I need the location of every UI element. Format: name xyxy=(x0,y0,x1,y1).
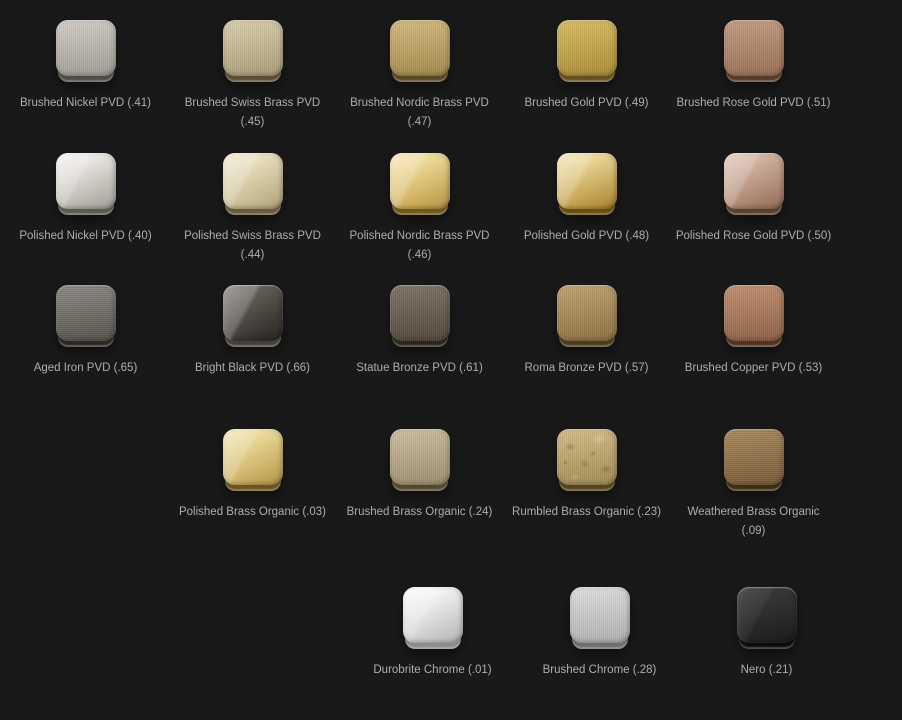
finish-label: Durobrite Chrome (.01) xyxy=(373,661,491,680)
finish-option[interactable]: Brushed Brass Organic (.24) xyxy=(336,429,503,541)
finish-swatch xyxy=(390,429,450,491)
finish-row-chrome: Durobrite Chrome (.01) Brushed Chrome (.… xyxy=(349,587,902,680)
finish-swatch xyxy=(403,587,463,649)
finish-label: Rumbled Brass Organic (.23) xyxy=(512,503,661,522)
finish-option[interactable]: Brushed Nickel PVD (.41) xyxy=(2,20,169,132)
finish-label: Brushed Nordic Brass PVD (.47) xyxy=(342,94,497,132)
finish-swatch xyxy=(724,429,784,491)
swatch-face xyxy=(223,285,283,341)
finish-swatch xyxy=(737,587,797,649)
finish-swatch xyxy=(223,285,283,347)
finish-option[interactable]: Brushed Gold PVD (.49) xyxy=(503,20,670,132)
finish-option[interactable]: Weathered Brass Organic (.09) xyxy=(670,429,837,541)
swatch-face xyxy=(390,429,450,485)
finish-option[interactable]: Durobrite Chrome (.01) xyxy=(349,587,516,680)
finish-swatch xyxy=(223,20,283,82)
finish-swatch xyxy=(390,285,450,347)
finish-label: Brushed Copper PVD (.53) xyxy=(685,359,822,378)
finish-swatch xyxy=(724,20,784,82)
finish-option[interactable]: Brushed Rose Gold PVD (.51) xyxy=(670,20,837,132)
finish-option[interactable]: Polished Swiss Brass PVD (.44) xyxy=(169,153,336,265)
swatch-face xyxy=(724,20,784,76)
finish-label: Polished Nordic Brass PVD (.46) xyxy=(342,227,497,265)
finish-label: Bright Black PVD (.66) xyxy=(195,359,310,378)
finish-label: Roma Bronze PVD (.57) xyxy=(525,359,649,378)
swatch-face xyxy=(570,587,630,643)
finish-option[interactable]: Polished Nickel PVD (.40) xyxy=(2,153,169,265)
swatch-face xyxy=(390,285,450,341)
finish-label: Brushed Swiss Brass PVD (.45) xyxy=(175,94,330,132)
finish-option[interactable]: Polished Gold PVD (.48) xyxy=(503,153,670,265)
finish-option[interactable]: Polished Nordic Brass PVD (.46) xyxy=(336,153,503,265)
swatch-face xyxy=(56,20,116,76)
swatch-face xyxy=(390,20,450,76)
finish-row-dark-pvd: Aged Iron PVD (.65) Bright Black PVD (.6… xyxy=(2,285,902,378)
swatch-face xyxy=(557,285,617,341)
finish-label: Aged Iron PVD (.65) xyxy=(34,359,138,378)
swatch-face xyxy=(724,429,784,485)
finish-swatch xyxy=(724,153,784,215)
finish-option[interactable]: Nero (.21) xyxy=(683,587,850,680)
finish-swatch xyxy=(223,429,283,491)
finish-label: Brushed Rose Gold PVD (.51) xyxy=(676,94,830,113)
finish-option[interactable]: Bright Black PVD (.66) xyxy=(169,285,336,378)
finish-picker-grid: Brushed Nickel PVD (.41) Brushed Swiss B… xyxy=(0,20,902,680)
finish-option[interactable]: Brushed Chrome (.28) xyxy=(516,587,683,680)
finish-option[interactable]: Polished Brass Organic (.03) xyxy=(169,429,336,541)
finish-option[interactable]: Brushed Swiss Brass PVD (.45) xyxy=(169,20,336,132)
finish-label: Polished Gold PVD (.48) xyxy=(524,227,649,246)
finish-swatch xyxy=(223,153,283,215)
finish-label: Brushed Brass Organic (.24) xyxy=(347,503,493,522)
finish-option[interactable]: Rumbled Brass Organic (.23) xyxy=(503,429,670,541)
finish-row-polished-pvd: Polished Nickel PVD (.40) Polished Swiss… xyxy=(2,153,902,265)
finish-label: Polished Nickel PVD (.40) xyxy=(19,227,151,246)
finish-row-brushed-pvd: Brushed Nickel PVD (.41) Brushed Swiss B… xyxy=(2,20,902,132)
swatch-face xyxy=(557,153,617,209)
finish-option[interactable]: Statue Bronze PVD (.61) xyxy=(336,285,503,378)
finish-swatch xyxy=(557,285,617,347)
finish-option[interactable]: Polished Rose Gold PVD (.50) xyxy=(670,153,837,265)
finish-swatch xyxy=(56,153,116,215)
swatch-face xyxy=(223,429,283,485)
finish-swatch xyxy=(557,429,617,491)
finish-swatch xyxy=(390,20,450,82)
swatch-face xyxy=(390,153,450,209)
finish-swatch xyxy=(724,285,784,347)
finish-swatch xyxy=(570,587,630,649)
finish-label: Brushed Chrome (.28) xyxy=(543,661,657,680)
finish-option[interactable]: Brushed Copper PVD (.53) xyxy=(670,285,837,378)
finish-option[interactable]: Brushed Nordic Brass PVD (.47) xyxy=(336,20,503,132)
finish-option[interactable]: Roma Bronze PVD (.57) xyxy=(503,285,670,378)
swatch-face xyxy=(724,285,784,341)
finish-swatch xyxy=(56,285,116,347)
swatch-face xyxy=(737,587,797,643)
finish-label: Brushed Nickel PVD (.41) xyxy=(20,94,151,113)
finish-swatch xyxy=(390,153,450,215)
swatch-face xyxy=(56,153,116,209)
finish-label: Polished Brass Organic (.03) xyxy=(179,503,326,522)
finish-label: Polished Swiss Brass PVD (.44) xyxy=(175,227,330,265)
finish-option[interactable]: Aged Iron PVD (.65) xyxy=(2,285,169,378)
swatch-face xyxy=(56,285,116,341)
swatch-face xyxy=(223,153,283,209)
swatch-face xyxy=(557,20,617,76)
finish-label: Nero (.21) xyxy=(741,661,793,680)
finish-label: Statue Bronze PVD (.61) xyxy=(356,359,483,378)
finish-label: Polished Rose Gold PVD (.50) xyxy=(676,227,831,246)
swatch-face xyxy=(223,20,283,76)
finish-swatch xyxy=(557,20,617,82)
finish-swatch xyxy=(557,153,617,215)
finish-label: Brushed Gold PVD (.49) xyxy=(524,94,648,113)
finish-swatch xyxy=(56,20,116,82)
swatch-face xyxy=(403,587,463,643)
swatch-face xyxy=(724,153,784,209)
finish-label: Weathered Brass Organic (.09) xyxy=(676,503,831,541)
swatch-face xyxy=(557,429,617,485)
finish-row-organic: Polished Brass Organic (.03) Brushed Bra… xyxy=(169,429,902,541)
